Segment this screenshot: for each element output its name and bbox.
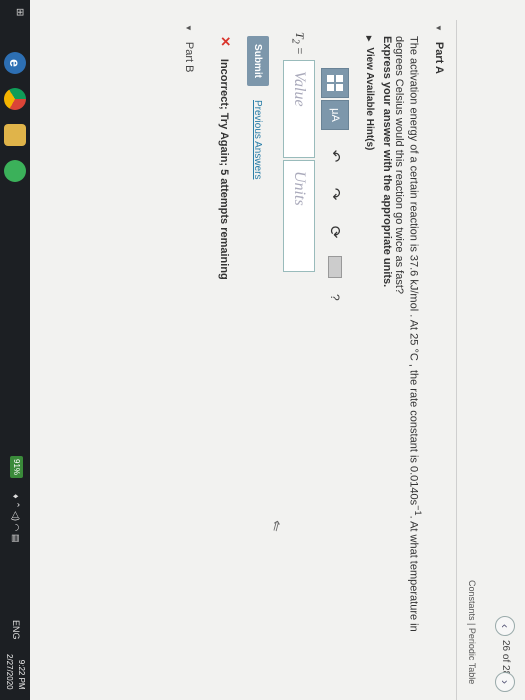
divider bbox=[456, 20, 457, 700]
part-a-title: Part A bbox=[433, 41, 445, 74]
caret-down-icon: ▼ bbox=[184, 24, 193, 32]
keyboard-icon[interactable] bbox=[328, 256, 342, 278]
question-exponent: −1 bbox=[413, 505, 423, 516]
taskbar: ⊞ e 91% ♦ ⌃ ◁) ◠ ▤ ENG 9:22 PM 2/27/2020 bbox=[0, 0, 30, 700]
express-instruction: Express your answer with the appropriate… bbox=[381, 36, 393, 288]
equation-toolbar: μA ↶ ↷ ⟳ ? bbox=[320, 68, 350, 301]
chevron-left-icon[interactable]: ‹ bbox=[495, 616, 515, 636]
question-text: The activation energy of a certain react… bbox=[392, 36, 425, 656]
file-explorer-icon[interactable] bbox=[4, 124, 26, 146]
app-icon[interactable] bbox=[4, 160, 26, 182]
resource-links: Constants | Periodic Table bbox=[467, 580, 477, 684]
equals-sign: = bbox=[293, 43, 307, 55]
previous-answers-link[interactable]: Previous Answers bbox=[252, 100, 263, 179]
clock-time: 9:22 PM bbox=[17, 659, 26, 690]
battery-badge: 91% bbox=[10, 456, 23, 479]
undo-icon[interactable]: ↶ bbox=[321, 144, 349, 168]
periodic-table-link[interactable]: Periodic Table bbox=[467, 628, 477, 684]
templates-icon[interactable] bbox=[321, 68, 349, 98]
page-count: 26 of 28 bbox=[500, 640, 511, 677]
top-nav: ‹ 26 of 28 › bbox=[485, 0, 525, 700]
view-hints-toggle[interactable]: ▶ View Available Hint(s) bbox=[364, 36, 375, 150]
edge-app-icon[interactable]: e bbox=[4, 52, 26, 74]
caret-right-icon: ▶ bbox=[365, 36, 372, 42]
units-button[interactable]: μA bbox=[321, 100, 349, 130]
incorrect-icon: ✕ bbox=[218, 36, 233, 47]
system-tray-icons[interactable]: ♦ ⌃ ◁) ◠ ▤ bbox=[10, 494, 21, 542]
part-b-header[interactable]: ▼ Part B bbox=[183, 24, 195, 73]
language-indicator[interactable]: ENG bbox=[11, 620, 21, 640]
clock[interactable]: 9:22 PM 2/27/2020 bbox=[3, 654, 27, 690]
help-button[interactable]: ? bbox=[328, 294, 342, 301]
caret-down-icon: ▼ bbox=[434, 24, 443, 32]
part-a-header[interactable]: ▼ Part A bbox=[433, 24, 445, 74]
constants-link[interactable]: Constants bbox=[467, 580, 477, 621]
feedback-text: Incorrect; Try Again; 5 attempts remaini… bbox=[218, 58, 230, 280]
question-part-1: The activation energy of a certain react… bbox=[407, 36, 420, 506]
value-input[interactable]: Value bbox=[283, 60, 315, 158]
submit-button[interactable]: Submit bbox=[247, 36, 269, 86]
chrome-app-icon[interactable] bbox=[4, 88, 26, 110]
units-input[interactable]: Units bbox=[283, 160, 315, 272]
clock-date: 2/27/2020 bbox=[5, 654, 14, 690]
link-separator: | bbox=[467, 620, 477, 628]
part-b-title: Part B bbox=[183, 41, 195, 73]
windows-start-icon[interactable]: ⊞ bbox=[5, 8, 25, 28]
hints-label: View Available Hint(s) bbox=[364, 47, 375, 151]
redo-icon[interactable]: ↷ bbox=[321, 182, 349, 206]
chevron-right-icon[interactable]: › bbox=[495, 672, 515, 692]
variable-symbol: T bbox=[293, 32, 307, 39]
feedback-message: ✕ Incorrect; Try Again; 5 attempts remain… bbox=[217, 36, 233, 280]
reset-icon[interactable]: ⟳ bbox=[321, 220, 349, 244]
variable-label: T2 = bbox=[290, 32, 307, 55]
screen: ‹ 26 of 28 › Constants | Periodic Table … bbox=[0, 0, 525, 700]
mouse-cursor-icon: ⇖ bbox=[267, 516, 287, 535]
